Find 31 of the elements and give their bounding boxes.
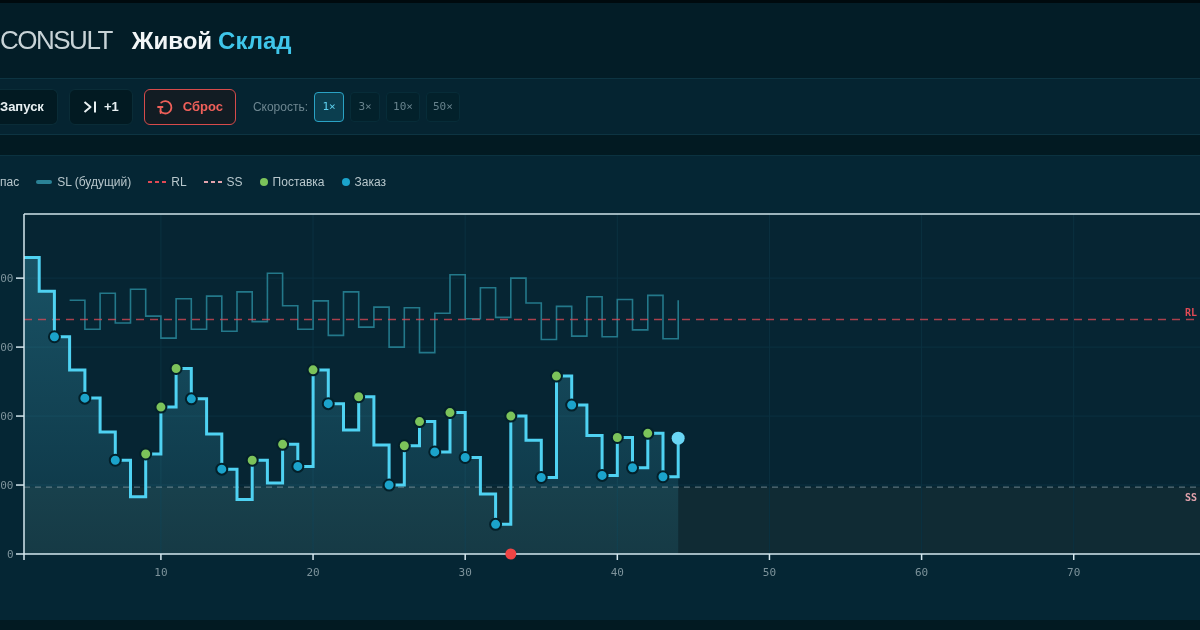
axis-tick-label: 30	[458, 566, 472, 579]
step-button[interactable]: +1	[68, 88, 133, 125]
start-button[interactable]: Запуск	[0, 88, 58, 125]
axis-tick-label: 00	[0, 341, 14, 355]
legend-label: Поставка	[272, 175, 325, 189]
axis-tick-label: 00	[0, 479, 14, 493]
axis-tick-label: 40	[610, 566, 624, 579]
axis-tick-label: 0	[6, 548, 14, 561]
axis-tick-label: 00	[0, 272, 14, 286]
speed-option[interactable]: 1×	[314, 91, 345, 122]
reset-icon	[156, 98, 173, 115]
axis-tick-label: 00	[0, 410, 14, 424]
app-title-highlight: Склад	[218, 26, 292, 55]
legend-label: RL	[171, 175, 187, 189]
legend-label: SL (будущий)	[57, 175, 132, 189]
reset-button[interactable]: Сброс	[143, 88, 236, 125]
speed-option[interactable]: 50×	[425, 91, 460, 122]
legend-label: SS	[226, 175, 243, 189]
brand-logo-text: CONSULT	[0, 25, 112, 56]
speed-label: Скорость:	[252, 99, 309, 114]
axis-tick-label: 70	[1067, 566, 1081, 579]
step-forward-icon	[82, 99, 97, 114]
legend-label: пас	[0, 175, 20, 189]
axis-tick-label: 50	[762, 566, 777, 579]
axis-tick-label: 20	[306, 566, 320, 579]
speed-option[interactable]: 3×	[350, 91, 381, 122]
axis-tick-label: 60	[914, 566, 929, 579]
speed-option[interactable]: 10×	[386, 91, 420, 122]
axis-tick-label: 10	[154, 566, 168, 579]
app-title: Живой	[131, 26, 213, 55]
legend-label: Заказ	[354, 175, 386, 189]
